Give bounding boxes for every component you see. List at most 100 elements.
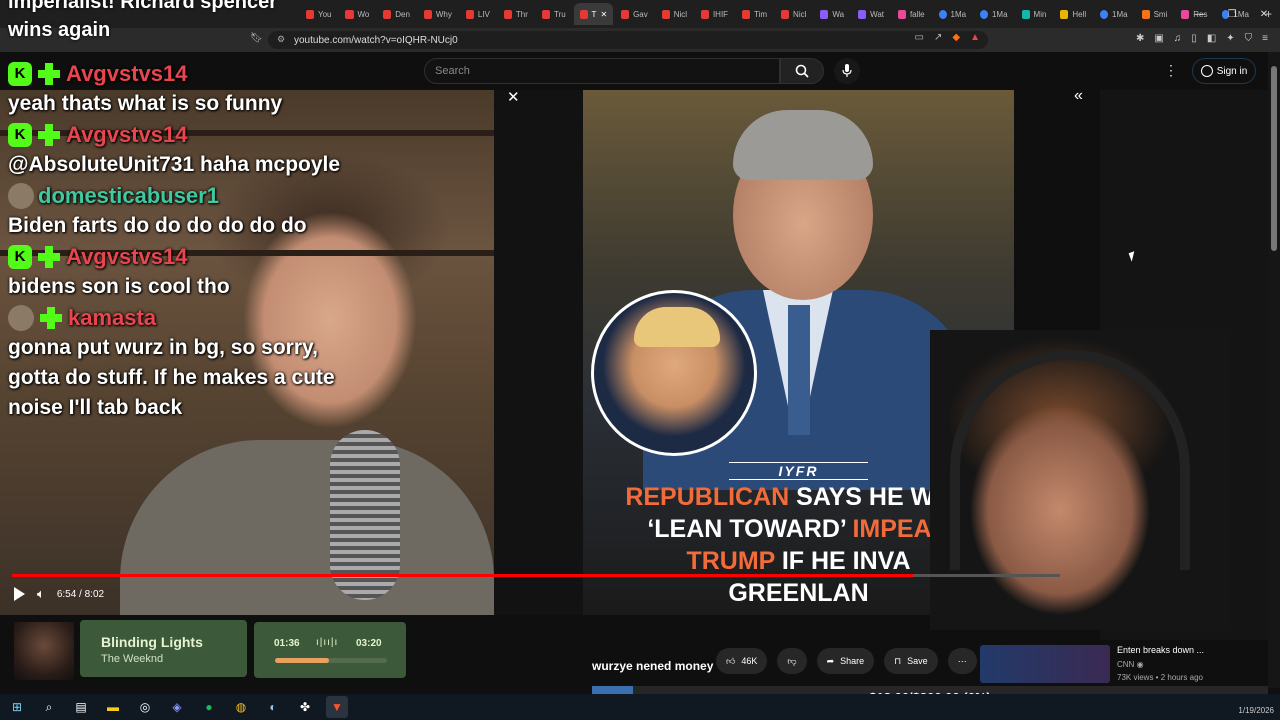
browser-tab[interactable]: Smi bbox=[1136, 3, 1174, 25]
player-controls: 🔈︎ 6:54 / 8:02 bbox=[14, 586, 104, 602]
chat-message: K Avgvstvs14 bidens son is cool tho bbox=[0, 241, 494, 302]
browser-tab[interactable]: Why bbox=[418, 3, 458, 25]
chat-text: yeah thats what is so funny bbox=[8, 92, 283, 115]
brave-rewards-icon[interactable]: ▲ bbox=[970, 32, 980, 43]
browser-tab[interactable]: Hell bbox=[1054, 3, 1092, 25]
site-info-icon[interactable]: ⚙︎ bbox=[277, 34, 285, 45]
browser-tab[interactable]: falle bbox=[892, 3, 931, 25]
subscriber-badge-icon bbox=[36, 244, 62, 270]
maximize-icon[interactable]: ❐ bbox=[1216, 0, 1248, 28]
stream-title-line2: wins again bbox=[8, 19, 111, 41]
youtube-icon bbox=[701, 9, 709, 19]
leo-ai-icon[interactable]: ✦ bbox=[1226, 33, 1234, 44]
save-button[interactable]: ⊓ Save bbox=[884, 648, 938, 674]
url-text[interactable]: youtube.com/watch?v=oIQHR-NUcj0 bbox=[294, 35, 458, 46]
share-button[interactable]: ➦ Share bbox=[816, 648, 875, 674]
scrollbar-thumb[interactable] bbox=[1271, 66, 1277, 251]
dislike-button[interactable]: 👎︎ bbox=[777, 648, 807, 674]
browser-tab-label: Hell bbox=[1072, 9, 1087, 19]
spotify-icon[interactable]: ● bbox=[198, 696, 220, 718]
file-explorer-icon[interactable]: ▬ bbox=[102, 696, 124, 718]
save-label: Save bbox=[907, 656, 928, 666]
browser-tab[interactable]: You bbox=[300, 3, 337, 25]
chat-user-line: domesticabuser1 bbox=[8, 180, 494, 211]
browser-tab[interactable]: Thr bbox=[498, 3, 534, 25]
wallet-icon[interactable]: ◧ bbox=[1207, 33, 1216, 44]
extensions-icon[interactable]: ✱ bbox=[1136, 33, 1144, 44]
browser-tab[interactable]: Nicl bbox=[656, 3, 693, 25]
screenshot-icon[interactable]: ▭ bbox=[915, 32, 924, 43]
recommended-video-title[interactable]: Enten breaks down ... bbox=[1117, 645, 1204, 655]
browser-tab[interactable]: Wat bbox=[852, 3, 890, 25]
browser-tab[interactable]: LIV bbox=[460, 3, 496, 25]
chat-user-line: K Avgvstvs14 bbox=[8, 119, 494, 150]
play-icon[interactable] bbox=[14, 587, 25, 601]
close-window-icon[interactable]: ✕ bbox=[1248, 0, 1280, 28]
chrome-icon[interactable]: ◍ bbox=[230, 696, 252, 718]
browser-tab-label: Nicl bbox=[673, 9, 688, 19]
browser-tab[interactable]: Den bbox=[377, 3, 416, 25]
browser-tab[interactable]: 1Ma bbox=[933, 3, 972, 25]
vpn-icon[interactable]: ⛉ bbox=[1245, 33, 1253, 44]
task-view-icon[interactable]: ▤ bbox=[70, 696, 92, 718]
song-current-time: 01:36 bbox=[274, 638, 300, 649]
sign-in-button[interactable]: Sign in bbox=[1192, 58, 1256, 84]
page-scrollbar[interactable] bbox=[1268, 52, 1280, 688]
share-page-icon[interactable]: ↗ bbox=[934, 32, 942, 43]
song-artist: The Weeknd bbox=[101, 653, 164, 665]
brave-icon[interactable]: ▼ bbox=[326, 696, 348, 718]
window-controls: — ❐ ✕ bbox=[1184, 0, 1280, 28]
song-progress-card: 01:36 ı|ıı|ı 03:20 bbox=[254, 622, 406, 678]
browser-tab-label: falle bbox=[909, 9, 925, 19]
chat-message: domesticabuser1 Biden farts do do do do d… bbox=[0, 180, 494, 241]
browser-tab[interactable]: T ✕ bbox=[573, 3, 614, 25]
voice-search-button[interactable] bbox=[834, 58, 860, 84]
browser-tab[interactable]: Tru bbox=[536, 3, 572, 25]
close-miniplayer-icon[interactable]: ✕ bbox=[507, 88, 520, 106]
collapse-panel-icon[interactable]: « bbox=[1074, 87, 1083, 105]
browser-tab[interactable]: Nicl bbox=[775, 3, 812, 25]
address-bar[interactable]: ⚙︎ youtube.com/watch?v=oIQHR-NUcj0 bbox=[268, 31, 988, 49]
browser-tab[interactable]: IHIF bbox=[695, 3, 734, 25]
address-bar-row: 🔖︎ ⚙︎ youtube.com/watch?v=oIQHR-NUcj0 ▭ … bbox=[0, 28, 1280, 52]
browser-tab[interactable]: 1Ma bbox=[1094, 3, 1133, 25]
browser-tab[interactable]: Tim bbox=[736, 3, 773, 25]
browser-tab[interactable]: 1Ma bbox=[974, 3, 1013, 25]
more-actions-button[interactable]: ⋯ bbox=[947, 648, 977, 674]
browser-tab[interactable]: Wo bbox=[339, 3, 375, 25]
video-progress-fill bbox=[12, 574, 914, 577]
search-button[interactable] bbox=[780, 58, 824, 84]
thumb-portrait-circle bbox=[591, 290, 757, 456]
minimize-icon[interactable]: — bbox=[1184, 0, 1216, 28]
volume-icon[interactable]: 🔈︎ bbox=[37, 586, 45, 602]
discord-icon[interactable]: ◈ bbox=[166, 696, 188, 718]
browser-tab[interactable]: Gav bbox=[615, 3, 654, 25]
youtube-icon bbox=[661, 9, 670, 19]
close-tab-icon[interactable]: ✕ bbox=[600, 10, 607, 19]
settings-kebab-icon[interactable]: ⋮ bbox=[1164, 62, 1178, 79]
share-icon: ➦ bbox=[826, 655, 835, 666]
speaker-icon bbox=[579, 9, 588, 19]
menu-icon[interactable]: ≡ bbox=[1262, 33, 1268, 44]
song-duration: 03:20 bbox=[356, 638, 382, 649]
bookmark-icon[interactable]: 🔖︎ bbox=[250, 33, 263, 44]
thumb-tie bbox=[788, 305, 810, 435]
like-button[interactable]: 👍︎ 46K bbox=[716, 648, 768, 674]
steam-icon[interactable]: ◐ bbox=[262, 696, 284, 718]
chat-message: K Avgvstvs14 yeah thats what is so funny bbox=[0, 58, 494, 119]
recommended-video-meta: 73K views • 2 hours ago bbox=[1117, 673, 1203, 682]
video-progress-bar[interactable] bbox=[12, 574, 1060, 577]
brave-shield-icon[interactable]: ◆ bbox=[952, 32, 960, 43]
windows-start-icon[interactable]: ⊞ bbox=[6, 696, 28, 718]
browser-tab[interactable]: Min bbox=[1016, 3, 1053, 25]
app-icon[interactable]: ✤ bbox=[294, 696, 316, 718]
search-icon bbox=[795, 64, 809, 78]
media-icon[interactable]: ♫ bbox=[1174, 33, 1182, 44]
browser-tab[interactable]: Wa bbox=[814, 3, 850, 25]
recommended-video-thumbnail[interactable] bbox=[980, 645, 1110, 683]
browser-tab-label: You bbox=[317, 9, 332, 19]
sidebar-icon[interactable]: ▯ bbox=[1191, 33, 1197, 44]
reader-icon[interactable]: ▣ bbox=[1154, 33, 1163, 44]
obs-icon[interactable]: ◎ bbox=[134, 696, 156, 718]
search-taskbar-icon[interactable]: ⌕ bbox=[38, 696, 60, 718]
